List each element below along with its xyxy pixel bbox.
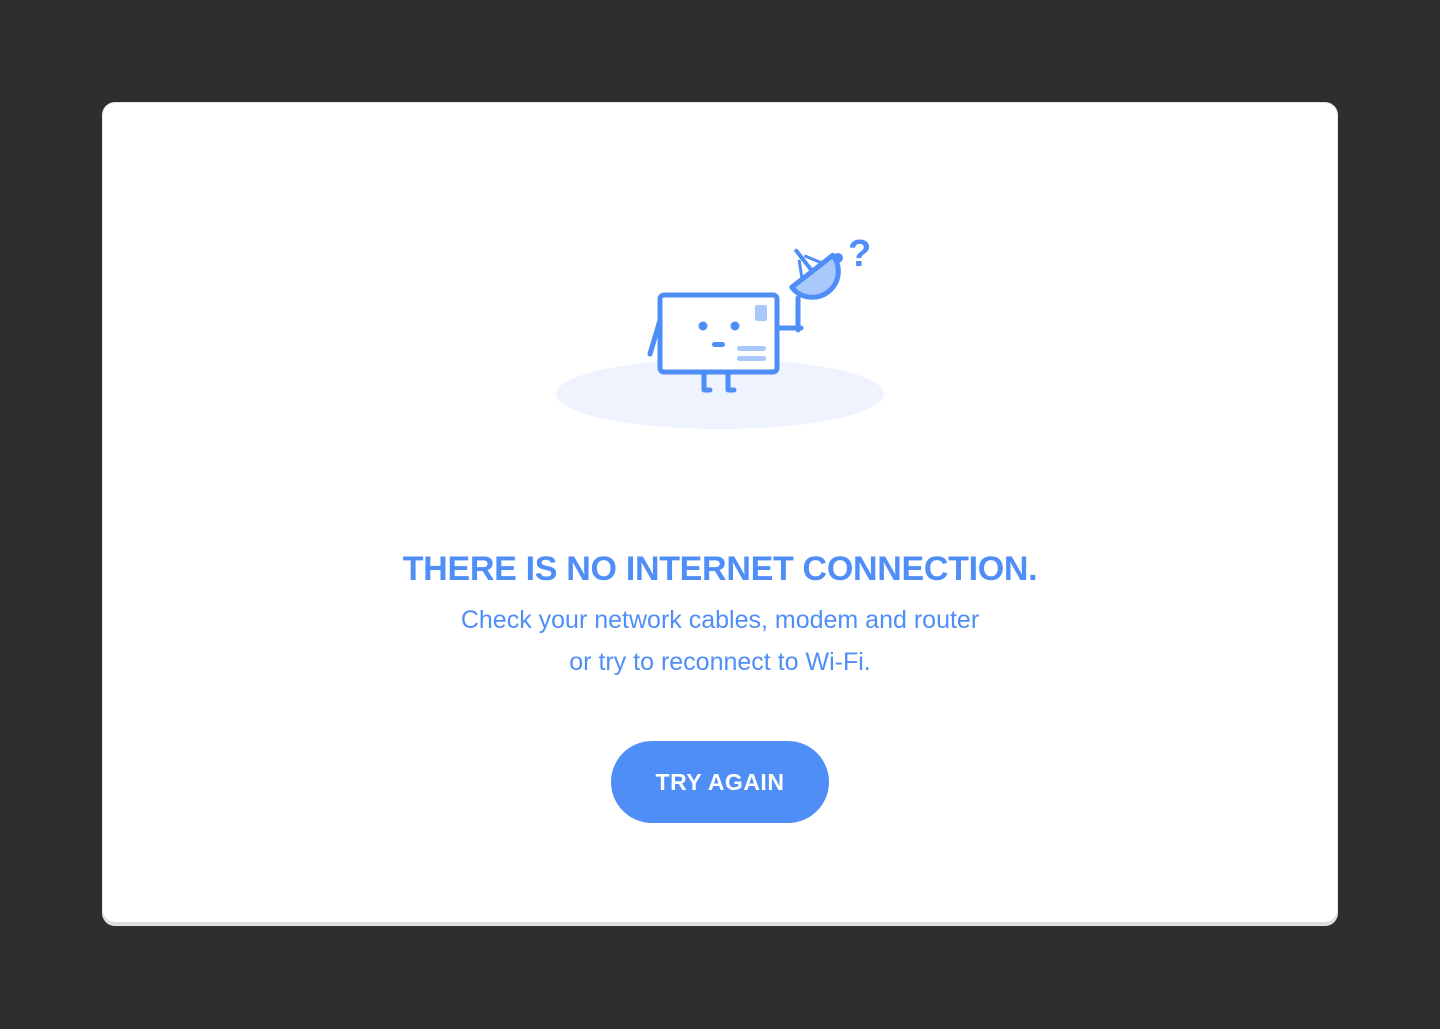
left-eye	[698, 321, 708, 331]
question-mark-icon: ?	[848, 233, 871, 275]
address-line-2	[737, 356, 766, 361]
mouth	[712, 342, 725, 347]
try-again-button[interactable]: TRY AGAIN	[611, 741, 829, 823]
address-line-1	[737, 346, 766, 351]
stamp	[755, 305, 767, 321]
satellite-dish-icon	[789, 248, 841, 300]
dish-receiver	[833, 253, 843, 263]
error-title: THERE IS NO INTERNET CONNECTION.	[402, 550, 1038, 588]
error-message-line-1: Check your network cables, modem and rou…	[460, 606, 980, 634]
right-eye	[730, 321, 740, 331]
error-message-line-2: or try to reconnect to Wi-Fi.	[569, 648, 871, 676]
offline-illustration-icon: ?	[556, 233, 884, 429]
